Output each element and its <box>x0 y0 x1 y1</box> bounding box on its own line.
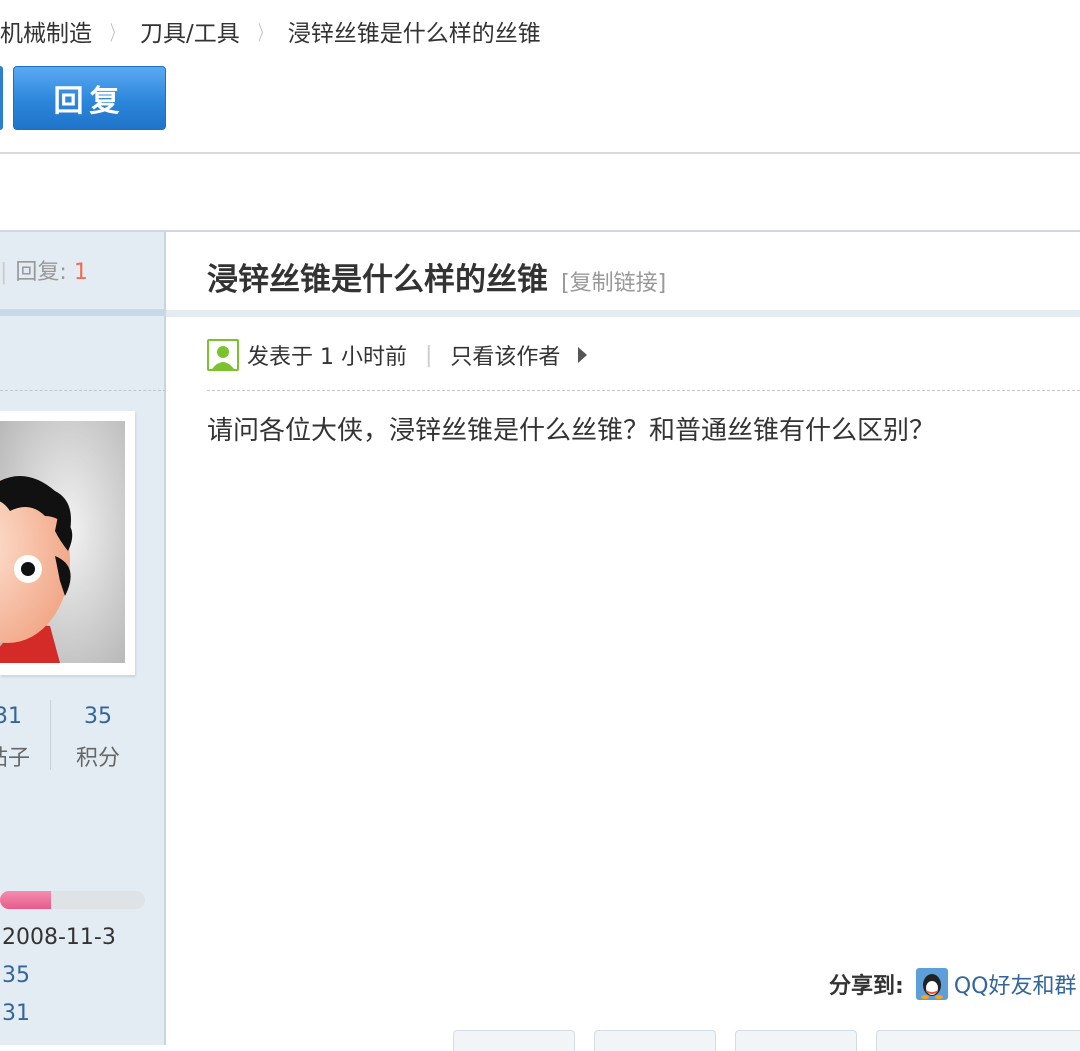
post-header-bar <box>166 310 1080 317</box>
reply-button[interactable]: 回复 <box>13 66 166 130</box>
stat-divider <box>50 700 51 770</box>
post-action-button[interactable] <box>453 1030 575 1051</box>
post-title-row: 浸锌丝锥是什么样的丝锥 [复制链接] <box>207 254 666 299</box>
level-progress-bar <box>0 891 145 909</box>
stat-points-value: 35 <box>84 704 112 729</box>
post-time: 发表于 1 小时前 <box>247 345 407 370</box>
post-action-button[interactable] <box>735 1030 857 1051</box>
level-progress-fill <box>0 891 51 909</box>
breadcrumb-item-current[interactable]: 浸锌丝锥是什么样的丝锥 <box>288 14 541 48</box>
qq-penguin-icon[interactable] <box>915 968 948 1000</box>
breadcrumb-separator: 〉 <box>110 20 122 45</box>
only-author-link[interactable]: 只看该作者 <box>450 339 560 371</box>
info-value-2[interactable]: 31 <box>2 1001 30 1026</box>
breadcrumb-item-mechanical[interactable]: 机械制造 <box>0 14 92 48</box>
breadcrumb-separator: 〉 <box>257 20 270 45</box>
online-user-icon <box>207 339 239 371</box>
stat-points[interactable]: 35 积分 <box>68 704 128 772</box>
share-label: 分享到: <box>829 974 904 999</box>
share-bar: 分享到: QQ好友和群 <box>829 966 1076 1002</box>
info-value-1[interactable]: 35 <box>2 963 30 988</box>
breadcrumb: 机械制造 〉 刀具/工具 〉 浸锌丝锥是什么样的丝锥 <box>0 14 541 48</box>
post-action-button[interactable] <box>594 1030 716 1051</box>
share-qq-link[interactable]: QQ好友和群 <box>954 968 1077 1000</box>
new-post-button-edge[interactable] <box>0 66 3 130</box>
post-title: 浸锌丝锥是什么样的丝锥 <box>207 262 548 298</box>
post-content: 请问各位大侠，浸锌丝锥是什么丝锥？和普通丝锥有什么区别？ <box>207 416 936 446</box>
dashed-divider <box>0 390 166 391</box>
reply-count: 1 <box>73 260 88 285</box>
stat-posts[interactable]: 31 帖子 <box>0 704 38 772</box>
caret-right-icon[interactable] <box>578 347 588 363</box>
post-action-button[interactable] <box>876 1030 1080 1051</box>
stat-posts-label: 帖子 <box>0 746 30 771</box>
stat-points-label: 积分 <box>75 746 120 771</box>
reply-count-label: 回复: <box>15 260 67 285</box>
sidebar-header-bar <box>0 309 166 316</box>
copy-link-button[interactable]: [复制链接] <box>561 271 666 296</box>
avatar[interactable] <box>0 421 125 663</box>
post-meta: 发表于 1 小时前 | 只看该作者 <box>207 338 588 372</box>
dashed-divider <box>207 390 1080 391</box>
register-date: 2008-11-3 <box>2 925 116 950</box>
divider <box>0 152 1080 154</box>
stat-posts-value: 31 <box>0 704 22 729</box>
breadcrumb-item-tools[interactable]: 刀具/工具 <box>140 14 240 48</box>
thread-stats: | 回复: 1 <box>0 260 88 285</box>
